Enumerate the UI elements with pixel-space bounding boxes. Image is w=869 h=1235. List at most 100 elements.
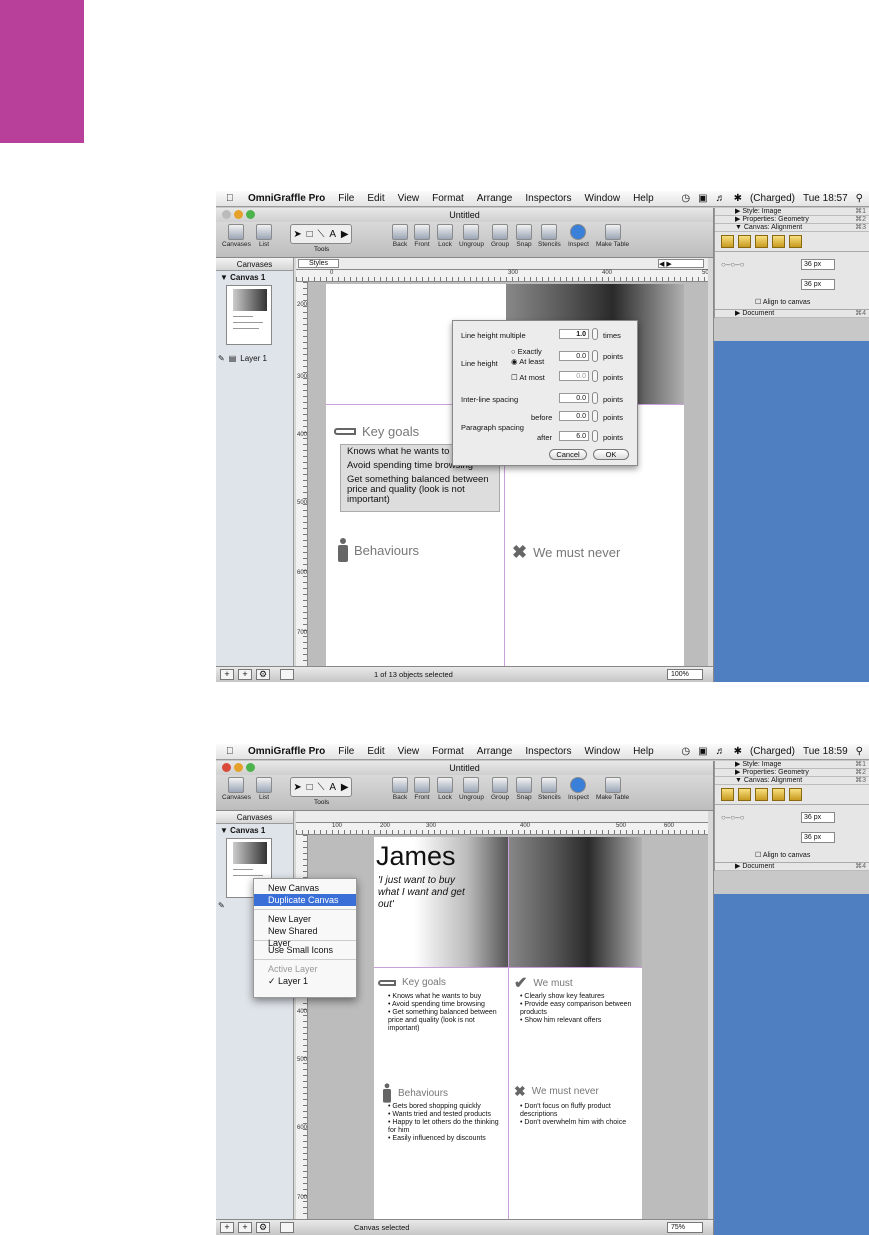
lock-button[interactable]: Lock bbox=[437, 224, 453, 248]
menu-view[interactable]: View bbox=[398, 746, 420, 757]
tools-palette[interactable]: ➤ □ ⟍ A ▶ bbox=[290, 777, 352, 797]
menu-format[interactable]: Format bbox=[432, 193, 464, 204]
inspector-properties-geometry[interactable]: ▶ Properties: Geometry ⌘2 bbox=[715, 216, 869, 224]
spotlight-icon[interactable]: ⚲ bbox=[856, 746, 863, 757]
styles-popup[interactable]: Styles bbox=[298, 259, 340, 268]
lh-multiple-field[interactable]: 1.0 bbox=[559, 329, 589, 339]
gear-icon[interactable]: ⚙ bbox=[256, 1222, 270, 1233]
add-canvas-button[interactable]: + bbox=[220, 669, 234, 680]
battery-status[interactable]: (Charged) bbox=[750, 746, 795, 757]
canvas-item[interactable]: ▼ Canvas 1 bbox=[216, 824, 293, 837]
zoom-icon[interactable] bbox=[246, 210, 255, 219]
close-icon[interactable] bbox=[222, 763, 231, 772]
group-button[interactable]: Group bbox=[491, 224, 509, 248]
layer-row[interactable]: ✎ bbox=[218, 901, 225, 910]
display-icon[interactable]: ▣ bbox=[698, 193, 707, 204]
at-least-radio[interactable]: ◉ At least bbox=[511, 357, 544, 366]
color-swatch[interactable] bbox=[280, 1222, 294, 1233]
spacing-h-field[interactable]: 36 px bbox=[801, 812, 835, 823]
cancel-button[interactable]: Cancel bbox=[549, 449, 587, 460]
inter-line-stepper[interactable] bbox=[592, 392, 598, 404]
bluetooth-icon[interactable]: ✱ bbox=[734, 193, 742, 204]
group-button[interactable]: Group bbox=[491, 777, 509, 801]
list-button[interactable]: List bbox=[256, 777, 272, 801]
layer-row[interactable]: ✎ ▤ Layer 1 bbox=[218, 354, 267, 363]
spacing-v-field[interactable]: 36 px bbox=[801, 832, 835, 843]
canvases-button[interactable]: Canvases bbox=[222, 224, 251, 248]
minimize-icon[interactable] bbox=[234, 210, 243, 219]
back-button[interactable]: Back bbox=[392, 224, 408, 248]
add-layer-button[interactable]: + bbox=[238, 669, 252, 680]
at-most-stepper[interactable] bbox=[592, 370, 598, 382]
layout-icon[interactable] bbox=[755, 788, 768, 801]
add-canvas-button[interactable]: + bbox=[220, 1222, 234, 1233]
battery-status[interactable]: (Charged) bbox=[750, 193, 795, 204]
menu-format[interactable]: Format bbox=[432, 746, 464, 757]
back-button[interactable]: Back bbox=[392, 777, 408, 801]
menu-help[interactable]: Help bbox=[633, 193, 654, 204]
menu-arrange[interactable]: Arrange bbox=[477, 193, 513, 204]
list-button[interactable]: List bbox=[256, 224, 272, 248]
front-button[interactable]: Front bbox=[414, 224, 430, 248]
clock[interactable]: Tue 18:57 bbox=[803, 193, 848, 204]
new-canvas-item[interactable]: New Canvas bbox=[254, 882, 356, 894]
make-table-button[interactable]: Make Table bbox=[596, 777, 629, 801]
lock-button[interactable]: Lock bbox=[437, 777, 453, 801]
at-most-field[interactable]: 0.0 bbox=[559, 371, 589, 381]
zoom-select[interactable]: 75% bbox=[667, 1222, 703, 1233]
document-page[interactable]: James 'I just want to buy what I want an… bbox=[374, 837, 642, 1221]
align-icon[interactable] bbox=[772, 788, 785, 801]
inspect-button[interactable]: Inspect bbox=[568, 777, 589, 801]
menu-file[interactable]: File bbox=[338, 193, 354, 204]
volume-icon[interactable]: ♬ bbox=[716, 193, 726, 204]
alignment-grid-icon[interactable]: ○–○–○ bbox=[721, 813, 744, 822]
stencils-button[interactable]: Stencils bbox=[538, 224, 561, 248]
inspector-canvas-alignment[interactable]: ▼ Canvas: Alignment ⌘3 bbox=[715, 777, 869, 785]
zoom-select[interactable]: 100% bbox=[667, 669, 703, 680]
time-machine-icon[interactable]: ◷ bbox=[681, 746, 690, 757]
menu-edit[interactable]: Edit bbox=[367, 193, 384, 204]
snap-button[interactable]: Snap bbox=[516, 224, 532, 248]
align-to-canvas-checkbox[interactable]: ☐ Align to canvas bbox=[755, 298, 810, 306]
canvas-item[interactable]: ▼ Canvas 1 bbox=[216, 271, 293, 284]
new-shared-layer-item[interactable]: New Shared Layer bbox=[254, 925, 356, 948]
bluetooth-icon[interactable]: ✱ bbox=[734, 746, 742, 757]
spacing-h-field[interactable]: 36 px bbox=[801, 259, 835, 270]
layer-1-item[interactable]: ✓ Layer 1 bbox=[254, 975, 356, 987]
lh-multiple-stepper[interactable] bbox=[592, 328, 598, 340]
menu-arrange[interactable]: Arrange bbox=[477, 746, 513, 757]
gear-icon[interactable]: ⚙ bbox=[256, 669, 270, 680]
after-stepper[interactable] bbox=[592, 430, 598, 442]
line-height-field[interactable]: 0.0 bbox=[559, 351, 589, 361]
inter-line-field[interactable]: 0.0 bbox=[559, 393, 589, 403]
duplicate-canvas-item[interactable]: Duplicate Canvas bbox=[254, 894, 356, 906]
display-icon[interactable]: ▣ bbox=[698, 746, 707, 757]
menu-window[interactable]: Window bbox=[585, 746, 621, 757]
canvases-button[interactable]: Canvases bbox=[222, 777, 251, 801]
minimize-icon[interactable] bbox=[234, 763, 243, 772]
menu-edit[interactable]: Edit bbox=[367, 746, 384, 757]
inspect-button[interactable]: Inspect bbox=[568, 224, 589, 248]
menu-window[interactable]: Window bbox=[585, 193, 621, 204]
grid-icon[interactable] bbox=[738, 788, 751, 801]
persona-photo[interactable] bbox=[508, 837, 642, 967]
background-icon[interactable] bbox=[789, 788, 802, 801]
after-field[interactable]: 6.0 bbox=[559, 431, 589, 441]
inspector-style-image[interactable]: ▶ Style: Image ⌘1 bbox=[715, 208, 869, 216]
canvas-area[interactable]: Styles ◀ ▶ 0 300 400 500 200 300 400 500… bbox=[296, 258, 708, 668]
align-icon[interactable] bbox=[772, 235, 785, 248]
exactly-radio[interactable]: ○ Exactly bbox=[511, 347, 542, 356]
color-swatch[interactable] bbox=[280, 669, 294, 680]
before-field[interactable]: 0.0 bbox=[559, 411, 589, 421]
nav-arrows[interactable]: ◀ ▶ bbox=[658, 259, 704, 268]
front-button[interactable]: Front bbox=[414, 777, 430, 801]
use-small-icons-item[interactable]: Use Small Icons bbox=[254, 944, 356, 956]
tools-palette[interactable]: ➤ □ ⟍ A ▶ bbox=[290, 224, 352, 244]
grid-icon[interactable] bbox=[738, 235, 751, 248]
menu-file[interactable]: File bbox=[338, 746, 354, 757]
apple-icon[interactable]:  bbox=[226, 746, 240, 757]
canvas-thumbnail[interactable] bbox=[226, 285, 272, 345]
background-icon[interactable] bbox=[789, 235, 802, 248]
align-to-canvas-checkbox[interactable]: ☐ Align to canvas bbox=[755, 851, 810, 859]
inspector-document[interactable]: ▶ Document ⌘4 bbox=[715, 310, 869, 318]
